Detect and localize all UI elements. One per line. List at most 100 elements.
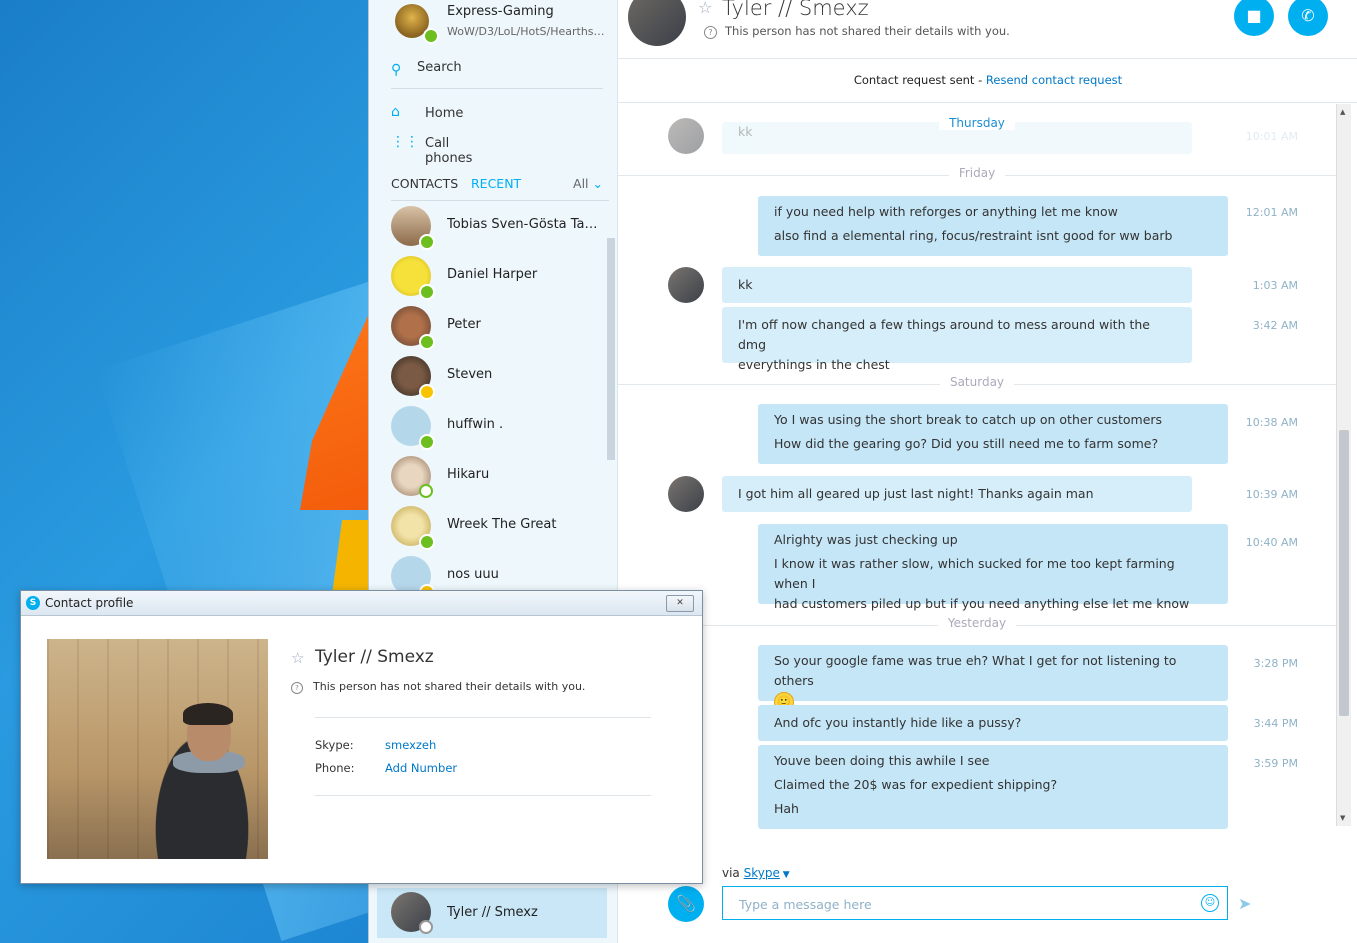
message-input[interactable] [737, 893, 1191, 915]
audio-call-button[interactable]: ✆ [1288, 0, 1328, 36]
via-selector[interactable]: via Skype ▼ [722, 866, 790, 880]
contact-item[interactable]: Hikaru [391, 451, 605, 498]
message-text: Claimed the 20$ was for expedient shippi… [774, 777, 1058, 792]
sidebar-scrollbar[interactable] [607, 238, 615, 460]
message-bubble: I got him all geared up just last night!… [722, 476, 1192, 512]
search-label: Search [417, 60, 462, 75]
message-bubble: if you need help with reforges or anythi… [758, 196, 1228, 256]
message-text: I got him all geared up just last night!… [738, 486, 1094, 501]
scroll-up-icon[interactable]: ▲ [1340, 108, 1345, 116]
conversation-subtitle: ? This person has not shared their detail… [704, 24, 1010, 39]
attach-button[interactable]: 📎 [668, 886, 704, 922]
message-time: 3:59 PM [1253, 757, 1298, 770]
search-icon: ⚲ [391, 62, 402, 78]
contact-item[interactable]: Wreek The Great [391, 501, 605, 550]
skype-name-link[interactable]: smexzeh [385, 738, 436, 752]
message-text: So your google fame was true eh? What I … [774, 653, 1177, 688]
contact-profile-dialog: S Contact profile ✕ ☆ Tyler // Smexz ? Th… [20, 590, 703, 884]
message-text: I know it was rather slow, which sucked … [774, 556, 1175, 591]
contact-item[interactable]: nos uuu [391, 551, 605, 591]
filter-dropdown[interactable]: All ⌄ [573, 176, 603, 191]
day-separator: Yesterday [618, 616, 1336, 636]
status-online-icon [419, 234, 435, 250]
divider [315, 717, 651, 718]
question-icon: ? [291, 682, 303, 694]
nav-call-phones-label: Call phones [425, 136, 473, 166]
resend-contact-request-link[interactable]: Resend contact request [986, 73, 1122, 87]
message-time: 10:40 AM [1245, 536, 1298, 549]
scroll-down-icon[interactable]: ▼ [1340, 814, 1345, 822]
message-time: 3:42 AM [1252, 319, 1298, 332]
profile-name: Tyler // Smexz [315, 647, 434, 667]
day-separator: Friday [618, 166, 1336, 186]
contact-item-selected[interactable]: Tyler // Smexz [377, 888, 607, 938]
day-label: Thursday [939, 116, 1015, 130]
contact-name: Tobias Sven-Gösta Tae... [447, 217, 603, 232]
contact-name: Steven [447, 367, 493, 382]
contact-name: nos uuu [447, 567, 499, 582]
dialog-title: Contact profile [45, 596, 134, 610]
question-icon: ? [704, 26, 717, 39]
star-icon[interactable]: ☆ [291, 649, 304, 667]
photo-hair [183, 703, 233, 725]
contact-list: Tobias Sven-Gösta Tae... Daniel Harper P… [369, 201, 609, 591]
status-online-icon [419, 434, 435, 450]
status-online-icon [419, 334, 435, 350]
group-chat-item[interactable]: Express-Gaming WoW/D3/LoL/HotS/Hearthst.… [391, 0, 611, 46]
tab-contacts[interactable]: CONTACTS [391, 176, 458, 191]
message-text: also find a elemental ring, focus/restra… [774, 228, 1173, 243]
contact-name: Tyler // Smexz [447, 905, 538, 920]
contact-name: Hikaru [447, 467, 490, 482]
skype-logo-icon: S [26, 596, 40, 610]
close-button[interactable]: ✕ [666, 595, 694, 612]
avatar [668, 267, 704, 303]
contact-item[interactable]: Daniel Harper [391, 251, 605, 300]
video-camera-icon: ■ [1246, 6, 1262, 25]
message-time: 10:38 AM [1245, 416, 1298, 429]
avatar[interactable] [628, 0, 686, 46]
via-skype-link[interactable]: Skype [744, 866, 780, 880]
contact-item[interactable]: Peter [391, 301, 605, 350]
contact-item[interactable]: huffwin . [391, 401, 605, 450]
message-input-box: ☺ [722, 886, 1228, 920]
message-time: 3:28 PM [1253, 657, 1298, 670]
message-scrollbar[interactable]: ▲ ▼ [1336, 104, 1351, 826]
day-label: Friday [948, 166, 1006, 180]
profile-subtitle: ? This person has not shared their detail… [291, 680, 585, 694]
tab-recent[interactable]: RECENT [471, 176, 521, 191]
message-text: everythings in the chest [738, 357, 890, 372]
emoticon-button-icon[interactable]: ☺ [1201, 894, 1219, 912]
contact-item[interactable]: Steven [391, 351, 605, 400]
message-time: 1:03 AM [1252, 279, 1298, 292]
status-online-icon [419, 284, 435, 300]
day-separator: Thursday [618, 116, 1336, 136]
day-label: Saturday [939, 375, 1015, 389]
dialog-titlebar[interactable]: S Contact profile ✕ [21, 591, 702, 616]
contact-item[interactable]: Tobias Sven-Gösta Tae... [391, 201, 605, 250]
contact-name: huffwin . [447, 417, 504, 432]
profile-subtitle-text: This person has not shared their details… [313, 680, 586, 693]
conversation-header: ☆ Tyler // Smexz ? This person has not sh… [618, 0, 1357, 59]
search-button[interactable]: ⚲ Search [391, 58, 603, 89]
nav-home-label: Home [425, 106, 464, 121]
scrollbar-thumb[interactable] [1339, 430, 1349, 716]
message-bubble: So your google fame was true eh? What I … [758, 645, 1228, 712]
profile-photo [47, 639, 268, 859]
add-number-link[interactable]: Add Number [385, 761, 457, 775]
message-time: 12:01 AM [1245, 206, 1298, 219]
group-name: Express-Gaming [447, 4, 554, 19]
message-text: Youve been doing this awhile I see [774, 753, 990, 768]
conversation-title[interactable]: Tyler // Smexz [722, 0, 869, 20]
message-text: I'm off now changed a few things around … [738, 317, 1150, 352]
video-call-button[interactable]: ■ [1234, 0, 1274, 36]
message-bubble: I'm off now changed a few things around … [722, 307, 1192, 372]
star-icon[interactable]: ☆ [698, 0, 712, 17]
day-separator: Saturday [618, 375, 1336, 395]
message-text: Hah [774, 801, 799, 816]
paperclip-icon: 📎 [676, 894, 696, 913]
send-icon[interactable]: ➤ [1238, 894, 1251, 913]
message-text: Alrighty was just checking up [774, 532, 958, 547]
divider [315, 795, 651, 796]
via-label: via [722, 866, 740, 880]
status-unknown-icon [419, 920, 433, 934]
